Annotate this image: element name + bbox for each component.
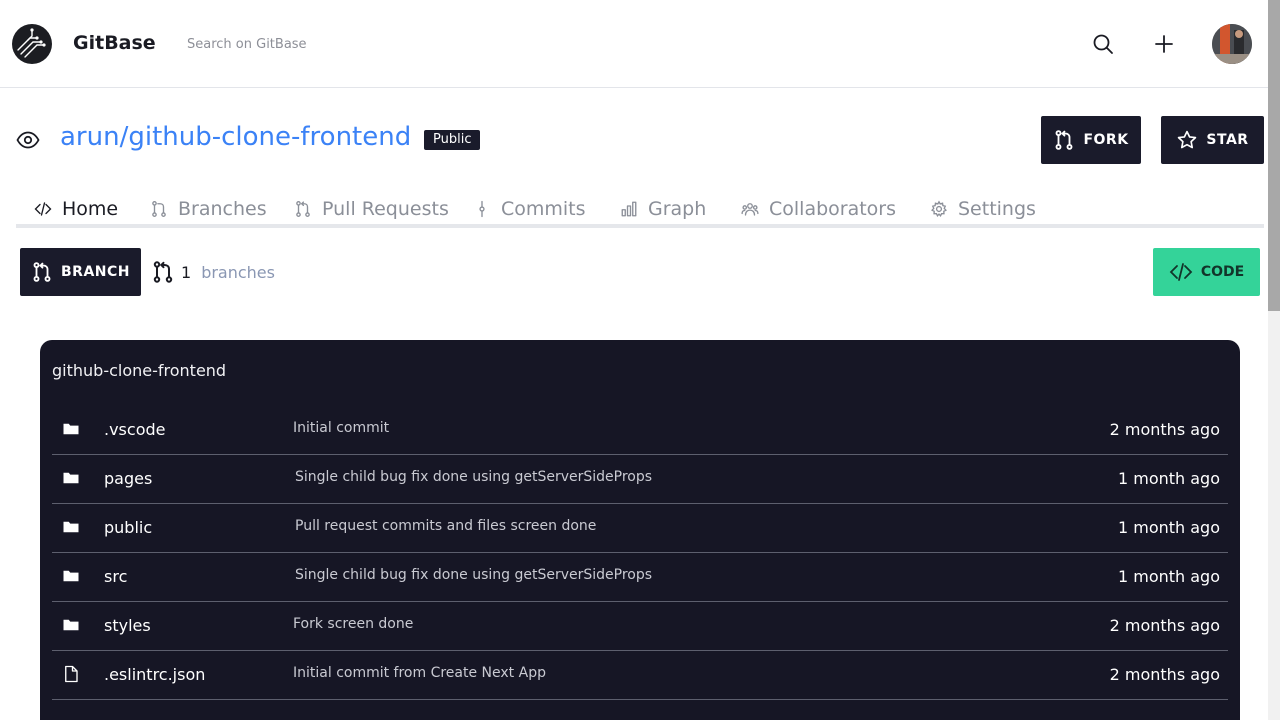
branch-icon (152, 201, 166, 217)
search-input[interactable] (187, 32, 487, 56)
tab-label: Collaborators (769, 198, 897, 220)
code-icon (34, 202, 52, 216)
folder-icon (63, 423, 79, 435)
branch-count-label: branches (201, 262, 275, 282)
tab-home[interactable]: Home (34, 194, 118, 224)
file-row-pages[interactable]: pages Single child bug fix done using ge… (52, 455, 1228, 504)
file-row-vscode[interactable]: .vscode Initial commit 2 months ago (52, 406, 1228, 455)
star-label: STAR (1206, 132, 1249, 148)
tab-label: Commits (501, 198, 586, 220)
star-button[interactable]: STAR (1161, 116, 1264, 164)
branch-count[interactable]: 1 branches (151, 260, 275, 284)
pull-request-icon (296, 201, 310, 217)
tab-label: Pull Requests (322, 198, 449, 220)
fork-icon (1056, 130, 1073, 150)
file-row-src[interactable]: src Single child bug fix done using getS… (52, 553, 1228, 602)
branch-icon (33, 262, 51, 282)
repo-tabs: Home Branches Pull Requests Commits Grap… (16, 190, 1264, 228)
folder-icon (63, 570, 79, 582)
commit-message[interactable]: Pull request commits and files screen do… (295, 518, 596, 534)
plus-icon[interactable] (1152, 32, 1176, 56)
code-button-label: CODE (1200, 264, 1245, 280)
file-row-styles[interactable]: styles Fork screen done 2 months ago (52, 602, 1228, 651)
file-icon (65, 665, 78, 683)
commit-time: 2 months ago (1109, 616, 1220, 635)
tab-pull-requests[interactable]: Pull Requests (294, 194, 449, 224)
file-name[interactable]: src (104, 567, 127, 586)
tab-settings[interactable]: Settings (930, 194, 1036, 224)
visibility-badge: Public (424, 130, 481, 150)
code-button[interactable]: CODE (1153, 248, 1260, 296)
search-icon[interactable] (1091, 32, 1115, 56)
commit-message[interactable]: Fork screen done (293, 616, 413, 632)
file-browser-title: github-clone-frontend (52, 361, 227, 380)
users-icon (741, 203, 759, 216)
commit-message[interactable]: Single child bug fix done using getServe… (295, 469, 652, 485)
tab-commits[interactable]: Commits (473, 194, 586, 224)
star-icon (1178, 130, 1197, 149)
commit-time: 1 month ago (1117, 567, 1220, 586)
file-name[interactable]: pages (104, 469, 152, 488)
commit-message[interactable]: Single child bug fix done using getServe… (295, 567, 652, 583)
folder-icon (63, 619, 79, 631)
tab-label: Settings (958, 198, 1036, 220)
file-name[interactable]: .eslintrc.json (104, 665, 205, 684)
file-name[interactable]: .vscode (104, 420, 165, 439)
branch-icon (153, 261, 173, 283)
folder-icon (63, 521, 79, 533)
folder-icon (63, 472, 79, 484)
gitbase-logo[interactable] (12, 24, 52, 64)
scrollbar-thumb[interactable] (1268, 0, 1280, 311)
top-header: GitBase (0, 0, 1268, 88)
commit-icon (479, 200, 485, 218)
file-name[interactable]: styles (104, 616, 151, 635)
code-icon (1169, 263, 1193, 281)
tab-graph[interactable]: Graph (620, 194, 706, 224)
repo-name[interactable]: arun/github-clone-frontend (60, 122, 411, 152)
brand-name[interactable]: GitBase (73, 32, 156, 54)
branch-button[interactable]: BRANCH (20, 248, 141, 296)
commit-time: 2 months ago (1109, 665, 1220, 684)
file-name[interactable]: public (104, 518, 152, 537)
tab-label: Graph (648, 198, 707, 220)
fork-button[interactable]: FORK (1041, 116, 1141, 164)
commit-time: 2 months ago (1109, 420, 1220, 439)
file-browser: github-clone-frontend .vscode Initial co… (40, 340, 1240, 720)
file-list: .vscode Initial commit 2 months ago page… (52, 406, 1228, 700)
eye-icon[interactable] (16, 128, 40, 152)
gear-icon (931, 200, 947, 218)
commit-time: 1 month ago (1117, 469, 1220, 488)
tab-label: Home (62, 198, 119, 220)
tab-branches[interactable]: Branches (150, 194, 267, 224)
bar-chart-icon (621, 201, 637, 217)
user-avatar[interactable] (1212, 24, 1252, 64)
file-row-eslintrc[interactable]: .eslintrc.json Initial commit from Creat… (52, 651, 1228, 700)
branch-count-number: 1 (181, 262, 192, 282)
branch-button-label: BRANCH (61, 264, 130, 280)
fork-label: FORK (1083, 132, 1129, 148)
commit-time: 1 month ago (1117, 518, 1220, 537)
commit-message[interactable]: Initial commit from Create Next App (293, 665, 546, 681)
tab-label: Branches (178, 198, 267, 220)
tab-collaborators[interactable]: Collaborators (741, 194, 896, 224)
file-row-public[interactable]: public Pull request commits and files sc… (52, 504, 1228, 553)
commit-message[interactable]: Initial commit (293, 420, 389, 436)
